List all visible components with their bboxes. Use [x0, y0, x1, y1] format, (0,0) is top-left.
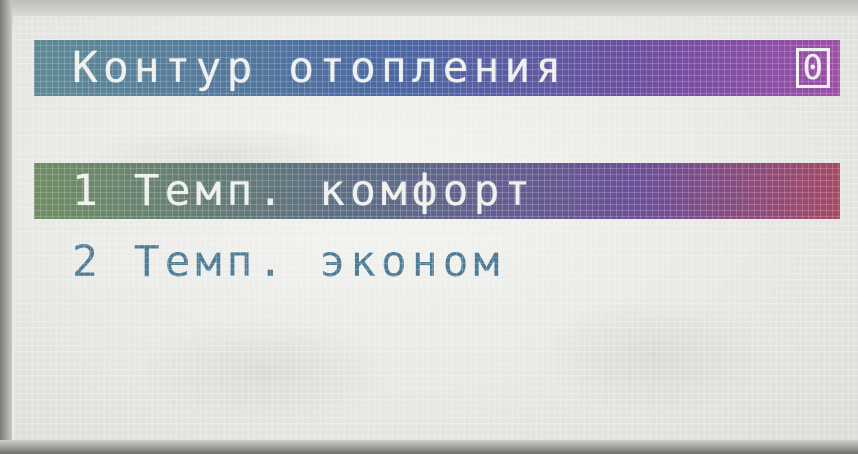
device-bezel-left — [0, 0, 12, 454]
header-number-badge: 0 — [795, 48, 830, 88]
lcd-screen: Контур отопления 0 1 Темп. комфорт 2 Тем… — [14, 16, 858, 440]
menu-item-economy-temp[interactable]: 2 Темп. эконом — [72, 234, 505, 290]
device-bezel-bottom — [0, 440, 858, 454]
header-title: Контур отопления — [72, 42, 567, 93]
glass-smudge — [134, 316, 394, 426]
menu-item-comfort-temp[interactable]: 1 Темп. комфорт — [34, 163, 840, 219]
device-photo: Контур отопления 0 1 Темп. комфорт 2 Тем… — [0, 0, 858, 454]
menu-item-label: 1 Темп. комфорт — [72, 165, 536, 216]
menu-item-label: 2 Темп. эконом — [72, 236, 505, 287]
header-bar: Контур отопления 0 — [34, 40, 840, 96]
glass-smudge — [534, 296, 774, 416]
